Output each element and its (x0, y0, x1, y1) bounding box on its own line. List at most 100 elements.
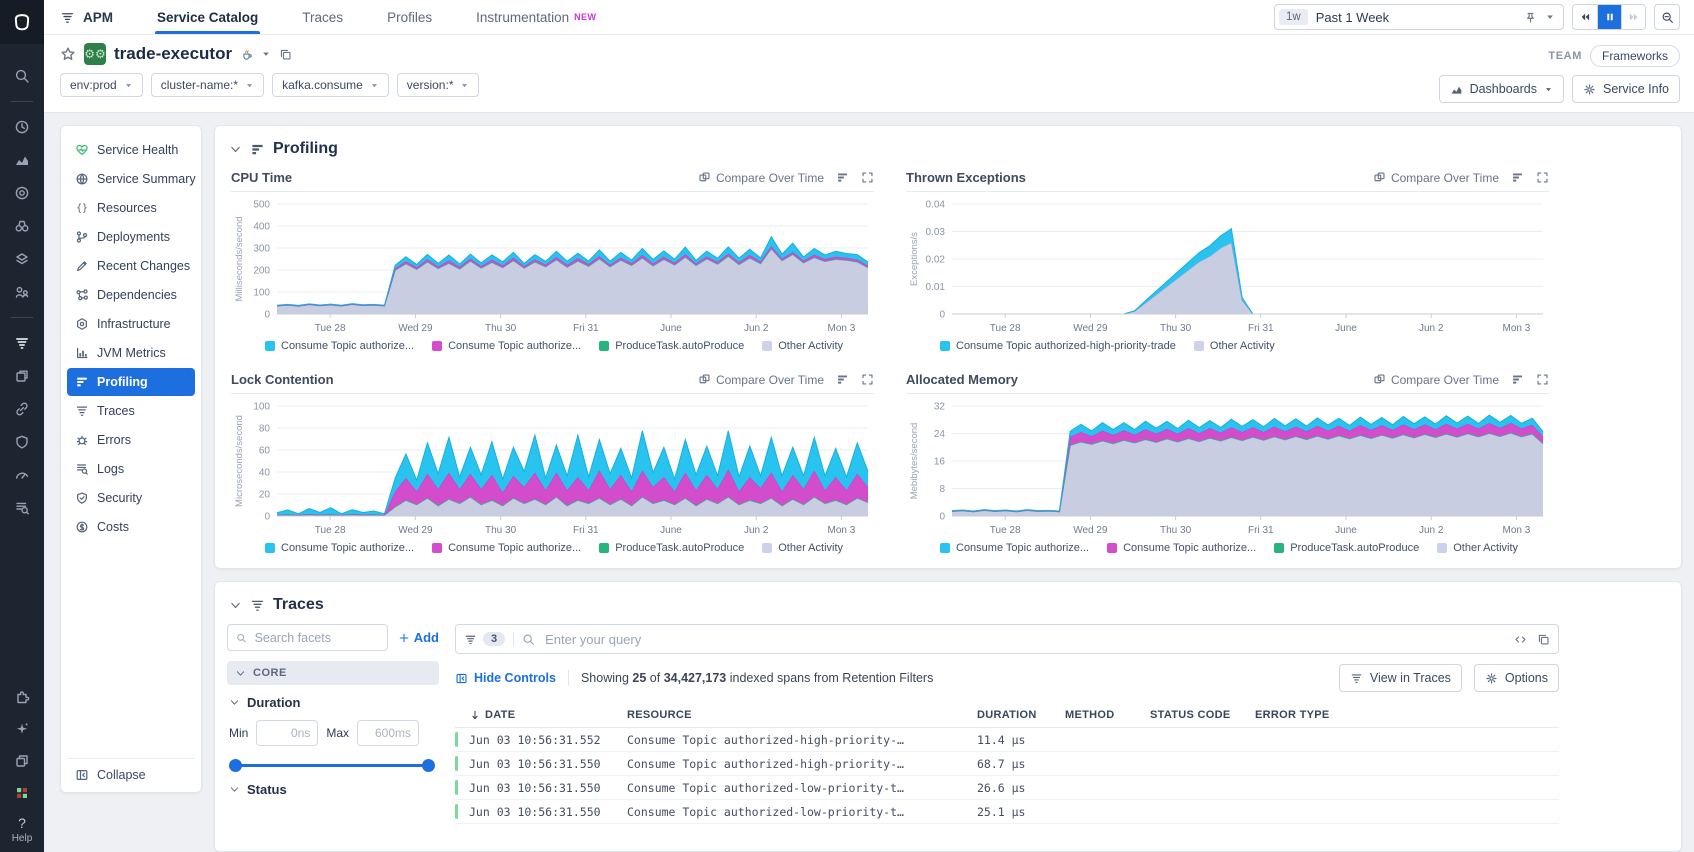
column-header-date[interactable]: DATE (469, 709, 627, 721)
section-collapse-chevron[interactable] (229, 143, 242, 156)
filter-pill-cluster-name-[interactable]: cluster-name:* (151, 73, 264, 97)
tab-service-catalog[interactable]: Service Catalog (157, 0, 258, 34)
watchdog-icon[interactable] (14, 185, 30, 201)
tab-profiles[interactable]: Profiles (387, 0, 432, 34)
sidebar-item-security[interactable]: Security (67, 484, 195, 512)
integrations-icon[interactable] (14, 251, 30, 267)
sidebar-item-infrastructure[interactable]: Infrastructure (67, 310, 195, 338)
sidebar-item-profiling[interactable]: Profiling (67, 368, 195, 396)
copy-icon[interactable] (279, 48, 292, 61)
time-range-picker[interactable]: 1w Past 1 Week (1274, 4, 1564, 30)
sidebar-item-service-health[interactable]: Service Health (67, 136, 195, 164)
search-icon[interactable] (14, 68, 30, 84)
facet-group-duration[interactable]: Duration (227, 695, 439, 710)
legend-item[interactable]: Consume Topic authorize... (940, 542, 1089, 554)
facet-group-status[interactable]: Status (227, 782, 439, 797)
table-row[interactable]: Jun 03 10:56:31.550Consume Topic authori… (455, 752, 1559, 776)
metrics-icon[interactable] (14, 152, 30, 168)
legend-item[interactable]: Consume Topic authorized-high-priority-t… (940, 340, 1176, 352)
legend-item[interactable]: Other Activity (762, 340, 843, 352)
sidebar-item-deployments[interactable]: Deployments (67, 223, 195, 251)
profiling-toggle-icon[interactable] (1511, 171, 1524, 184)
tab-traces[interactable]: Traces (302, 0, 343, 34)
profiling-toggle-icon[interactable] (1511, 373, 1524, 386)
sparkle-icon[interactable] (14, 721, 30, 737)
apm-icon[interactable] (14, 335, 30, 351)
service-info-button[interactable]: Service Info (1572, 75, 1680, 103)
column-header-error-type[interactable]: ERROR TYPE (1255, 709, 1559, 721)
filter-pill-env-prod[interactable]: env:prod (60, 73, 143, 97)
duration-range-slider[interactable] (231, 758, 433, 772)
windows-icon[interactable] (14, 368, 30, 384)
chart-plot-allocated-memory[interactable]: 08162432Mebibytes/secondTue 28Wed 29Thu … (906, 398, 1549, 538)
legend-item[interactable]: ProduceTask.autoProduce (599, 542, 744, 554)
profiling-toggle-icon[interactable] (836, 171, 849, 184)
team-value-pill[interactable]: Frameworks (1590, 45, 1680, 67)
sidebar-item-logs[interactable]: Logs (67, 455, 195, 483)
table-row[interactable]: Jun 03 10:56:31.550Consume Topic authori… (455, 800, 1559, 824)
legend-item[interactable]: Consume Topic authorize... (432, 542, 581, 554)
sidebar-item-dependencies[interactable]: Dependencies (67, 281, 195, 309)
section-collapse-chevron[interactable] (229, 599, 242, 612)
legend-item[interactable]: Other Activity (762, 542, 843, 554)
duration-max-input[interactable] (357, 720, 419, 746)
compare-over-time-button[interactable]: Compare Over Time (1373, 171, 1499, 185)
chart-plot-lock-contention[interactable]: 020406080100Microseconds/secondTue 28Wed… (231, 398, 874, 538)
legend-item[interactable]: ProduceTask.autoProduce (1274, 542, 1419, 554)
sidebar-item-costs[interactable]: Costs (67, 513, 195, 541)
tab-instrumentation[interactable]: InstrumentationNEW (476, 0, 596, 34)
column-header-status-code[interactable]: STATUS CODE (1150, 709, 1255, 721)
legend-item[interactable]: Other Activity (1194, 340, 1275, 352)
collapse-sidebar-button[interactable]: Collapse (67, 758, 195, 786)
compare-over-time-button[interactable]: Compare Over Time (1373, 373, 1499, 387)
puzzle-icon[interactable] (14, 689, 30, 705)
shield-icon[interactable] (14, 434, 30, 450)
sidebar-item-service-summary[interactable]: Service Summary (67, 165, 195, 193)
facet-search-input[interactable] (253, 630, 379, 646)
sidebar-item-traces[interactable]: Traces (67, 397, 195, 425)
compare-over-time-button[interactable]: Compare Over Time (698, 373, 824, 387)
compare-over-time-button[interactable]: Compare Over Time (698, 171, 824, 185)
chevron-down-icon[interactable] (261, 49, 271, 59)
sidebar-item-recent-changes[interactable]: Recent Changes (67, 252, 195, 280)
options-button[interactable]: Options (1474, 664, 1559, 692)
org-icon[interactable] (14, 284, 30, 300)
filter-pill-version-[interactable]: version:* (397, 73, 480, 97)
legend-item[interactable]: Other Activity (1437, 542, 1518, 554)
dashboards-button[interactable]: Dashboards (1439, 75, 1564, 103)
facet-group-core[interactable]: CORE (227, 661, 439, 685)
hide-controls-button[interactable]: Hide Controls (455, 671, 556, 685)
datadog-logo[interactable] (0, 0, 44, 44)
link-icon[interactable] (14, 401, 30, 417)
duration-min-input[interactable] (256, 720, 318, 746)
column-header-method[interactable]: METHOD (1065, 709, 1150, 721)
expand-icon[interactable] (861, 373, 874, 386)
sidebar-item-resources[interactable]: {}Resources (67, 194, 195, 222)
zoom-out-button[interactable] (1654, 4, 1680, 30)
copy-query-icon[interactable] (1537, 633, 1550, 646)
view-in-traces-button[interactable]: View in Traces (1339, 664, 1462, 692)
legend-item[interactable]: Consume Topic authorize... (265, 340, 414, 352)
time-forward-button[interactable] (1621, 5, 1645, 29)
expand-icon[interactable] (1536, 171, 1549, 184)
table-row[interactable]: Jun 03 10:56:31.552Consume Topic authori… (455, 728, 1559, 752)
bits-icon[interactable] (14, 785, 30, 801)
trace-query-input[interactable] (543, 631, 1506, 648)
help-button[interactable]: ? Help (12, 809, 33, 852)
slider-handle-min[interactable] (229, 759, 242, 772)
column-header-duration[interactable]: DURATION (977, 709, 1065, 721)
add-facet-button[interactable]: Add (398, 630, 439, 645)
copy-windows-icon[interactable] (14, 753, 30, 769)
chart-plot-cpu-time[interactable]: 0100200300400500Milliseconds/secondTue 2… (231, 196, 874, 336)
column-header-resource[interactable]: RESOURCE (627, 709, 977, 721)
legend-item[interactable]: Consume Topic authorize... (265, 542, 414, 554)
legend-item[interactable]: Consume Topic authorize... (432, 340, 581, 352)
gauge-icon[interactable] (14, 467, 30, 483)
code-view-icon[interactable] (1514, 633, 1527, 646)
binoculars-icon[interactable] (14, 218, 30, 234)
chart-plot-thrown-exceptions[interactable]: 00.010.020.030.04Exceptions/sTue 28Wed 2… (906, 196, 1549, 336)
expand-icon[interactable] (861, 171, 874, 184)
filter-pill-kafka-consume[interactable]: kafka.consume (272, 73, 389, 97)
sidebar-item-errors[interactable]: Errors (67, 426, 195, 454)
query-filter-toggle[interactable]: 3 (464, 632, 514, 646)
